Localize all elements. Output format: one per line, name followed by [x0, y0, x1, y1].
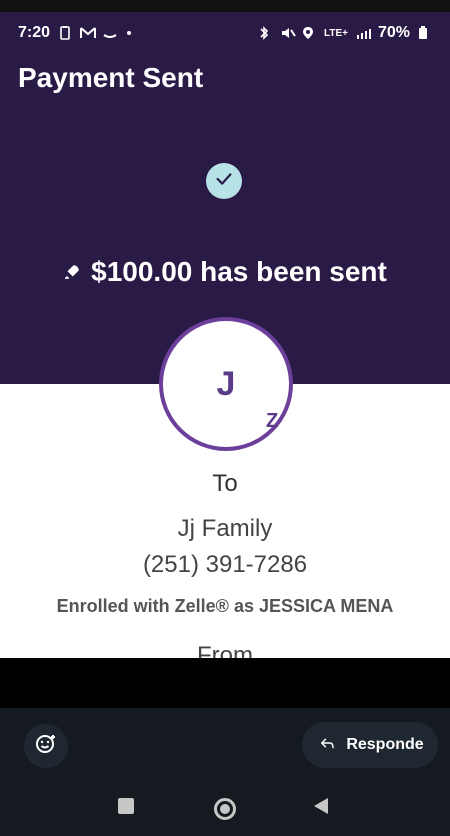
top-bezel	[0, 0, 450, 12]
amazon-icon	[102, 26, 117, 40]
battery-percentage: 70%	[377, 24, 410, 41]
to-label: To	[212, 470, 238, 497]
location-icon	[302, 26, 316, 40]
from-label: From	[197, 642, 253, 658]
recent-apps-button[interactable]	[118, 798, 134, 814]
status-right: LTE+ 70%	[258, 24, 432, 42]
recipient-name: Jj Family	[177, 515, 273, 542]
home-button[interactable]	[214, 798, 236, 820]
success-check-badge	[206, 163, 242, 199]
battery-saver-icon	[58, 26, 72, 40]
gmail-icon	[80, 26, 97, 40]
battery-icon	[418, 26, 432, 40]
status-left: 7:20	[18, 24, 138, 42]
recipient-phone: (251) 391-7286	[142, 551, 308, 578]
bluetooth-icon	[258, 26, 272, 40]
payment-sent-message: $100.00 has been sent	[0, 256, 450, 288]
zelle-badge-icon: Z	[266, 410, 279, 432]
dot-icon	[124, 26, 138, 40]
signal-icon	[356, 26, 371, 40]
content-separator	[0, 658, 450, 708]
smiley-icon	[34, 732, 58, 761]
mute-icon	[280, 26, 296, 40]
reply-arrow-icon	[316, 734, 338, 757]
page-title: Payment Sent	[18, 62, 204, 93]
amount-sent-text: $100.00 has been sent	[91, 256, 387, 287]
avatar-initial: J	[216, 364, 236, 403]
system-navigation-bar	[0, 788, 450, 836]
network-label: LTE+	[323, 27, 348, 39]
back-button[interactable]	[314, 798, 328, 814]
emoji-reaction-button[interactable]	[24, 724, 68, 768]
home-dot	[220, 804, 230, 814]
rocket-icon	[63, 256, 81, 288]
respond-label: Responde	[346, 736, 424, 753]
check-icon	[213, 168, 235, 195]
respond-button[interactable]: Responde	[302, 722, 438, 768]
status-bar: 7:20 LTE+ 70%	[0, 12, 450, 56]
enrolled-zelle-text: Enrolled with Zelle® as JESSICA MENA	[56, 596, 394, 616]
status-time: 7:20	[18, 24, 51, 41]
